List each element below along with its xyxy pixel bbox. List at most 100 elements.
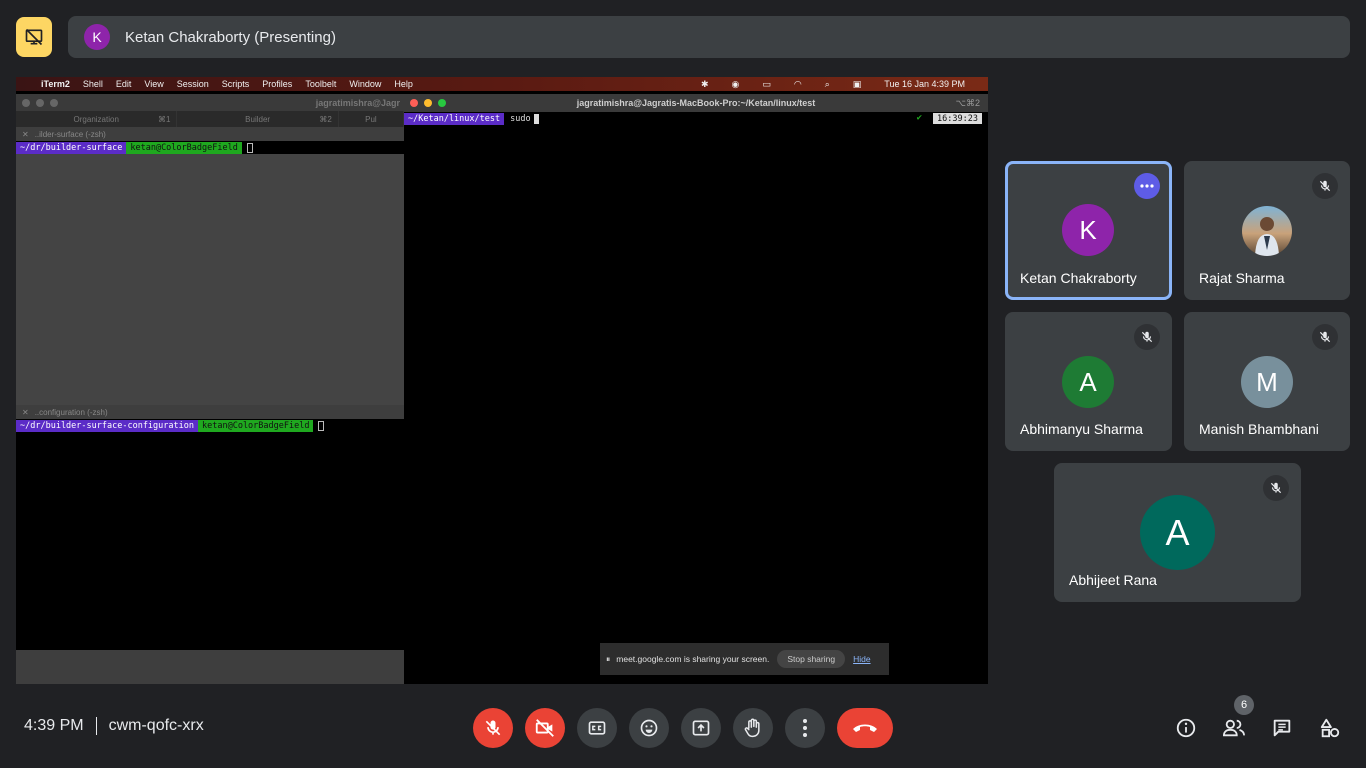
camera-toggle-button[interactable] <box>525 708 565 748</box>
wifi-icon: ◠ <box>793 78 802 89</box>
divider <box>95 717 97 735</box>
pane-top-label: ✕ ..ilder-surface (-zsh) <box>16 127 404 141</box>
raise-hand-button[interactable] <box>733 708 773 748</box>
reactions-button[interactable] <box>629 708 669 748</box>
tab-organization: Organization ⌘1 <box>16 111 178 127</box>
menu-app: iTerm2 <box>41 79 70 89</box>
cursor <box>533 114 539 124</box>
participant-tile[interactable]: Rajat Sharma <box>1184 161 1350 300</box>
participant-tile[interactable]: A Abhijeet Rana <box>1054 463 1301 602</box>
participant-count-badge: 6 <box>1234 695 1254 715</box>
mic-off-indicator <box>1312 173 1338 199</box>
left-terminal-window: jagratimishra@Jagr Organization ⌘1 Builde… <box>16 94 405 684</box>
meeting-details-button[interactable] <box>1172 714 1200 742</box>
window-dot <box>22 98 30 107</box>
tab-pul: Pul <box>339 111 405 127</box>
mac-datetime: Tue 16 Jan 4:39 PM <box>884 79 965 89</box>
screen-share-notice: ⏸ meet.google.com is sharing your screen… <box>600 643 889 675</box>
emoji-icon <box>640 719 658 737</box>
leave-call-button[interactable] <box>837 708 893 748</box>
captions-button[interactable] <box>577 708 617 748</box>
check-icon: ✔ <box>916 113 922 123</box>
control-center-icon: ▣ <box>852 78 862 89</box>
prompt-dir: ~/Ketan/linux/test <box>404 113 505 125</box>
chat-icon <box>1273 719 1291 737</box>
window-dot <box>36 98 44 107</box>
mic-off-indicator <box>1263 475 1289 501</box>
participant-tile[interactable]: M Manish Bhambhani <box>1184 312 1350 451</box>
pane-bottom: ✕ ..configuration (-zsh) ~/dr/builder-sur… <box>16 405 404 650</box>
meeting-code: cwm-qofc-xrx <box>108 717 204 734</box>
activities-icon <box>1320 718 1340 738</box>
avatar-photo <box>1242 206 1292 256</box>
mic-off-icon <box>1319 180 1331 192</box>
presentation-toggle-button[interactable] <box>16 17 52 57</box>
mic-off-indicator <box>1134 324 1160 350</box>
left-window-title: jagratimishra@Jagr <box>315 97 400 108</box>
user-icon: ◉ <box>731 78 740 89</box>
avatar: M <box>1241 356 1293 408</box>
present-off-icon <box>25 28 43 46</box>
right-window-titlebar: jagratimishra@Jagratis-MacBook-Pro:~/Ket… <box>404 94 988 112</box>
menu-item: Session <box>176 79 209 89</box>
menu-item: Profiles <box>262 79 293 89</box>
left-tabs: Organization ⌘1 Builder ⌘2 Pul <box>16 111 405 127</box>
search-icon: ⌕ <box>824 78 830 89</box>
microphone-toggle-button[interactable] <box>473 708 513 748</box>
cursor <box>318 420 325 431</box>
menu-item: Edit <box>115 79 132 89</box>
avatar: K <box>1062 204 1114 256</box>
pane-top: ✕ ..ilder-surface (-zsh) ~/dr/builder-sur… <box>16 127 404 405</box>
more-vert-icon <box>803 719 807 737</box>
prompt-branch: ketan@ColorBadgeField <box>198 419 314 432</box>
menu-item: Toolbelt <box>305 79 337 89</box>
window-dot <box>50 98 58 107</box>
mac-menubar: iTerm2 Shell Edit View Session Scripts P… <box>16 77 988 91</box>
person-photo-icon <box>1255 217 1279 256</box>
participant-name: Manish Bhambhani <box>1199 421 1319 437</box>
menu-item: View <box>144 79 164 89</box>
hide-link[interactable]: Hide <box>853 654 870 664</box>
presenting-banner: K Ketan Chakraborty (Presenting) <box>68 16 1350 58</box>
right-prompt: ~/Ketan/linux/test sudo ✔ 16:39:23 <box>404 113 988 125</box>
participant-name: Rajat Sharma <box>1199 270 1285 286</box>
right-window-title: jagratimishra@Jagratis-MacBook-Pro:~/Ket… <box>576 98 816 108</box>
menu-item: Window <box>349 79 382 89</box>
pane-top-prompt: ~/dr/builder-surface ketan@ColorBadgeFie… <box>16 141 404 154</box>
participant-tile[interactable]: K Ketan Chakraborty <box>1005 161 1172 300</box>
left-window-titlebar: jagratimishra@Jagr <box>16 94 404 111</box>
mic-off-icon <box>1141 331 1153 343</box>
people-icon <box>1222 719 1245 737</box>
cursor <box>246 142 253 153</box>
stop-sharing-button[interactable]: Stop sharing <box>777 650 846 668</box>
participant-name: Abhijeet Rana <box>1069 572 1157 588</box>
info-icon <box>1176 718 1196 738</box>
share-notice-text: meet.google.com is sharing your screen. <box>616 654 770 664</box>
prompt-dir: ~/dr/builder-surface-configuration <box>16 419 198 432</box>
prompt-branch: ketan@ColorBadgeField <box>126 141 242 154</box>
prompt-command: sudo <box>510 114 531 124</box>
videocam-off-icon <box>535 719 554 737</box>
people-button[interactable] <box>1220 714 1248 742</box>
mic-off-icon <box>485 720 501 736</box>
more-options-button[interactable] <box>785 708 825 748</box>
meeting-details: 4:39 PM cwm-qofc-xrx <box>24 717 204 735</box>
activities-button[interactable] <box>1316 714 1344 742</box>
presenter-avatar: K <box>84 24 110 50</box>
menu-item: Shell <box>82 79 103 89</box>
mic-off-icon <box>1270 482 1282 494</box>
raise-hand-icon <box>744 718 760 738</box>
battery-icon: ▭ <box>762 78 771 89</box>
more-options-button[interactable] <box>1134 173 1160 199</box>
pause-icon: ⏸ <box>606 653 611 664</box>
avatar: A <box>1140 495 1215 570</box>
right-terminal-window: jagratimishra@Jagratis-MacBook-Pro:~/Ket… <box>404 94 988 684</box>
avatar: A <box>1062 356 1114 408</box>
present-screen-button[interactable] <box>681 708 721 748</box>
chat-button[interactable] <box>1268 714 1296 742</box>
mic-off-icon <box>1319 331 1331 343</box>
participant-tile[interactable]: A Abhimanyu Sharma <box>1005 312 1172 451</box>
presenter-label: Ketan Chakraborty (Presenting) <box>125 28 336 46</box>
pane-bottom-prompt: ~/dr/builder-surface-configuration ketan… <box>16 419 404 432</box>
mic-off-indicator <box>1312 324 1338 350</box>
